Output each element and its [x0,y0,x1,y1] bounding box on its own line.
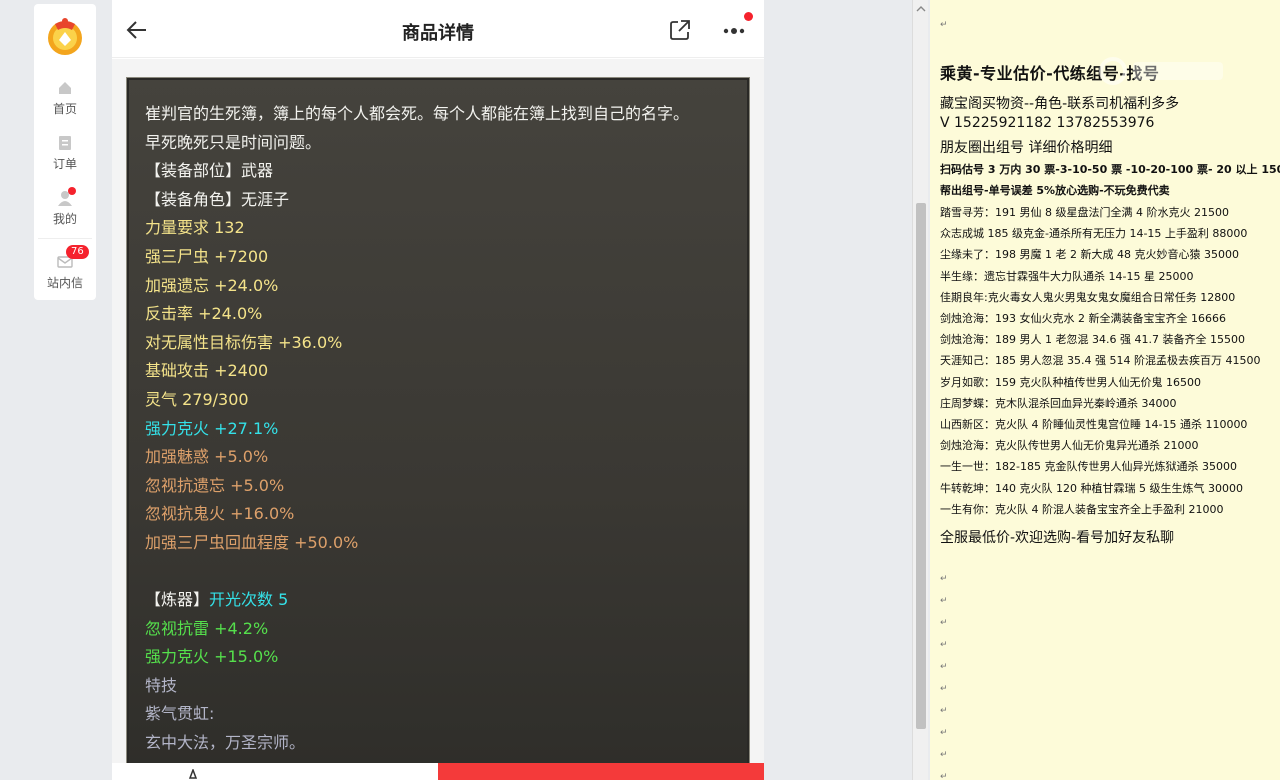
doc-bold-line: 帮出组号-单号误差 5%放心选购-不玩免费代卖 [940,184,1170,197]
paragraph-mark-icon: ↵ [940,728,948,738]
refine-line: 【炼器】开光次数 5 [145,586,731,615]
app-logo-icon[interactable] [45,16,85,56]
notification-dot [68,187,76,195]
paragraph-mark-icon: ↵ [940,750,948,760]
attribute-line: 崔判官的生死簿，簿上的每个人都会死。每个人都能在簿上找到自己的名字。 [145,104,690,123]
sidebar-item-label: 首页 [52,102,77,116]
paragraph-mark-icon: ↵ [940,20,948,30]
paragraph-mark-icon: ↵ [940,772,948,780]
scroll-up-arrow-icon[interactable] [916,4,926,14]
doc-bold-line: 扫码估号 3 万内 30 票-3-10-50 票 -10-20-100 票- 2… [940,163,1280,176]
doc-listing: 牛转乾坤：140 克火队 120 种植甘霖瑞 5 级生生炼气 30000 [940,481,1243,495]
top-bar: 商品详情 [112,0,764,58]
doc-line: 朋友圈出组号 详细价格明细 [940,140,1113,156]
sidebar-item-messages[interactable]: 站内信 [34,254,96,291]
attribute-line: 加强魅惑 +5.0% [145,447,269,467]
paragraph-mark-icon: ↵ [940,640,948,650]
watermark-icon [1099,57,1223,85]
attribute-line: 加强三尸虫回血程度 +50.0% [145,532,359,552]
doc-listing: 半生缘：遗忘甘霖强牛大力队通杀 14-15 星 25000 [940,269,1194,283]
doc-listing: 山西新区：克火队 4 阶睡仙灵性鬼宫位睡 14-15 通杀 110000 [940,418,1248,431]
document-panel: 乘黄-专业估价-代练组号-找号 ↵ 藏宝阁买物资--角色-联系司机福利多多 V 15… [930,0,1280,780]
attribute-line: 忽视抗雷 +4.2% [145,618,269,638]
attribute-line: 【装备部位】武器 [145,161,274,181]
attribute-line: 对无属性目标伤害 +36.0% [145,332,343,352]
attribute-line: 反击率 +24.0% [145,304,263,324]
sidebar-item-home[interactable]: 首页 [34,80,96,117]
attribute-line: 特技 [145,675,178,695]
doc-listing: 剑烛沧海：克火队传世男人仙无价鬼异光通杀 21000 [940,439,1199,453]
page-title: 商品详情 [402,23,474,44]
attribute-line: 加强遗忘 +24.0% [145,275,279,295]
attribute-line: 灵气 279/300 [145,389,249,409]
doc-listing: 一生一世：182-185 克金队传世男人仙异光炼狱通杀 35000 [940,460,1237,474]
sidebar-item-mine[interactable]: 我的 [34,190,96,227]
order-icon [59,136,71,150]
refine-label: 【炼器】 [145,590,210,610]
attribute-line: 强力克火 +27.1% [145,418,279,438]
content-area: 崔判官的生死簿，簿上的每个人都会死。每个人都能在簿上找到自己的名字。 早死晚死只是… [112,59,764,767]
divider [38,238,92,239]
doc-footer-line: 全服最低价-欢迎选购-看号加好友私聊 [940,530,1175,546]
paragraph-mark-icon: ↵ [940,662,948,672]
attribute-line: 早死晚死只是时间问题。 [145,132,322,152]
attribute-line: 紫气贯虹: [145,704,215,724]
attribute-line: 【装备角色】无涯子 [145,189,290,209]
doc-line: 藏宝阁买物资--角色-联系司机福利多多 [940,96,1180,112]
doc-listing: 岁月如歌：159 克火队种植传世男人仙无价鬼 16500 [940,375,1201,389]
product-detail-panel: 商品详情 崔判官的生死簿，簿上的每个人都会死。每个人都能在簿上找到自己的名字。早… [112,0,764,780]
paragraph-mark-icon: ↵ [940,618,948,628]
home-icon [59,82,71,94]
buy-button[interactable] [438,763,764,780]
doc-listing: 踏雪寻芳：191 男仙 8 级星盘法门全满 4 阶水克火 21500 [940,206,1229,219]
attribute-line: 强三尸虫 +7200 [145,246,269,266]
doc-listing: 剑烛沧海：189 男人 1 老忽混 34.6 强 41.7 装备齐全 15500 [940,333,1245,347]
vertical-scrollbar[interactable] [912,0,928,780]
notification-dot [744,12,753,21]
favorite-star-icon[interactable] [182,769,204,780]
sidebar-item-label: 站内信 [46,276,83,290]
paragraph-mark-icon: ↵ [940,706,948,716]
paragraph-mark-icon: ↵ [940,684,948,694]
attribute-line: 忽视抗鬼火 +16.0% [145,504,295,524]
doc-listing: 众志成城 185 级克金-通杀所有无压力 14-15 上手盈利 88000 [940,227,1248,241]
doc-listing: 一生有你：克火队 4 阶混人装备宝宝齐全上手盈利 21000 [940,502,1224,516]
doc-listing: 尘缘未了：198 男魔 1 老 2 新大成 48 克火妙音心猿 35000 [940,248,1239,262]
scrollbar-thumb[interactable] [916,203,926,729]
doc-listing: 天涯知己：185 男人忽混 35.4 强 514 阶混孟极去疾百万 41500 [940,354,1261,368]
sidebar-item-orders[interactable]: 订单 [34,135,96,172]
paragraph-mark-icon: ↵ [940,596,948,606]
attribute-line: 基础攻击 +2400 [145,361,269,381]
refine-value: 开光次数 5 [209,590,289,610]
attribute-line: 力量要求 132 [145,218,245,238]
sidebar-item-label: 订单 [52,157,77,171]
doc-listing: 庄周梦蝶：克木队混杀回血异光秦岭通杀 34000 [940,396,1177,410]
bottom-action-bar [112,763,764,780]
attribute-line: 强力克火 +15.0% [145,647,279,667]
doc-line: V 15225921182 13782553976 [940,115,1155,131]
item-tooltip-card: 崔判官的生死簿，簿上的每个人都会死。每个人都能在簿上找到自己的名字。 早死晚死只是… [126,77,750,767]
attribute-line: 忽视抗遗忘 +5.0% [145,475,285,495]
doc-listing: 剑烛沧海：193 女仙火克水 2 新全满装备宝宝齐全 16666 [940,312,1226,325]
share-icon[interactable] [669,19,691,41]
more-options-icon[interactable] [720,18,748,42]
doc-listing: 佳期良年:克火毒女人鬼火男鬼女鬼女魔组合日常任务 12800 [940,290,1236,304]
sidebar-item-label: 我的 [52,212,77,226]
left-sidebar: 首页 订单 我的 站内信 76 [34,4,96,300]
paragraph-mark-icon: ↵ [940,574,948,584]
attribute-line: 玄中大法，万圣宗师。 [145,733,306,753]
unread-count-badge: 76 [66,245,89,259]
